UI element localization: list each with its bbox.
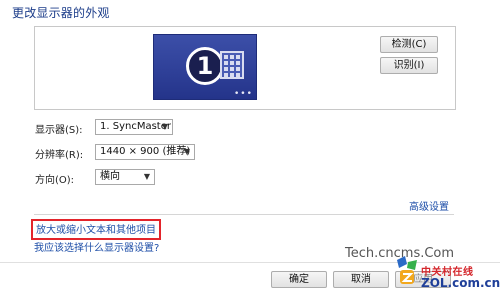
which-display-settings-link[interactable]: 我应该选择什么显示器设置? <box>34 239 159 254</box>
chevron-down-icon: ▼ <box>143 172 150 181</box>
advanced-settings-link[interactable]: 高级设置 <box>409 198 449 213</box>
page-title: 更改显示器的外观 <box>12 6 110 20</box>
cancel-button[interactable]: 取消 <box>333 271 389 288</box>
display-label: 显示器(S): <box>35 125 83 136</box>
display-select[interactable]: 1. SyncMaster ▼ <box>95 119 173 135</box>
zol-logo <box>397 256 417 284</box>
logo-english-text: ZOL.com.cn <box>421 276 500 290</box>
more-dots-icon: ••• <box>234 89 253 99</box>
ok-button[interactable]: 确定 <box>271 271 327 288</box>
identify-button[interactable]: 识别(I) <box>380 57 438 74</box>
divider <box>34 214 454 215</box>
enlarge-text-link[interactable]: 放大或缩小文本和其他项目 <box>36 225 156 236</box>
display-monitor-icon[interactable]: 1 ••• <box>153 34 257 100</box>
resolution-select[interactable]: 1440 × 900 (推荐) ▼ <box>95 144 195 160</box>
orientation-label: 方向(O): <box>35 175 75 186</box>
chevron-down-icon: ▼ <box>161 122 168 131</box>
resolution-label: 分辨率(R): <box>35 150 84 161</box>
resolution-select-value: 1440 × 900 (推荐) <box>100 146 191 157</box>
highlight-box: 放大或缩小文本和其他项目 <box>31 219 161 240</box>
orientation-select[interactable]: 横向 ▼ <box>95 169 155 185</box>
orientation-select-value: 横向 <box>100 171 120 182</box>
display-select-value: 1. SyncMaster <box>100 121 171 132</box>
monitor-number: 1 <box>196 52 214 80</box>
monitor-number-badge: 1 <box>186 47 224 85</box>
detect-button[interactable]: 检测(C) <box>380 36 438 53</box>
grid-icon <box>220 51 244 79</box>
chevron-down-icon: ▼ <box>183 147 190 156</box>
